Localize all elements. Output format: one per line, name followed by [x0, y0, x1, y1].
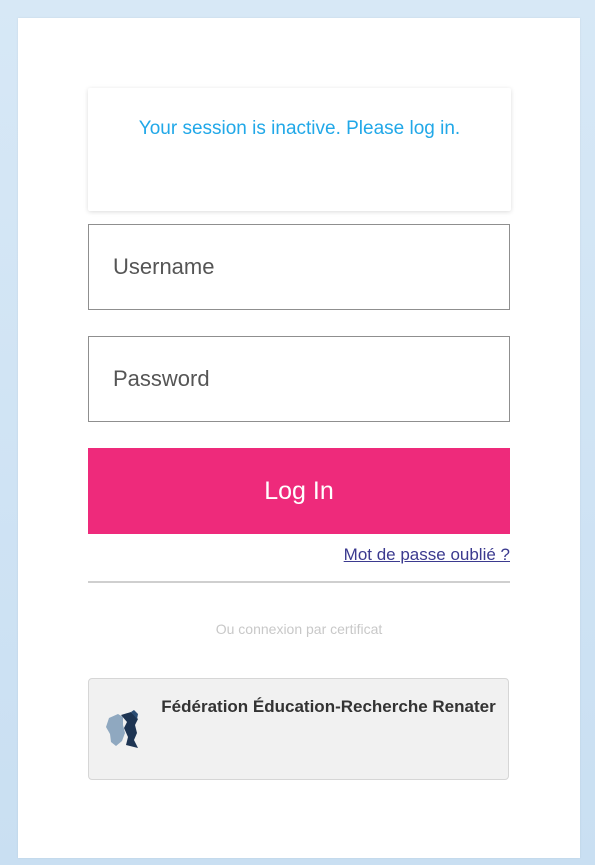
- username-input[interactable]: [89, 225, 509, 309]
- certificate-login-label: Ou connexion par certificat: [215, 621, 383, 637]
- divider: [88, 581, 510, 583]
- renater-login-label: Fédération Éducation-Recherche Renater: [161, 697, 496, 716]
- password-field[interactable]: [88, 336, 510, 422]
- france-map-icon: [104, 709, 142, 751]
- session-notice-text: Your session is inactive. Please log in.: [138, 118, 461, 139]
- login-button[interactable]: Log In: [88, 448, 510, 534]
- username-field[interactable]: [88, 224, 510, 310]
- password-input[interactable]: [89, 337, 509, 421]
- forgot-password-link[interactable]: Mot de passe oublié ?: [344, 545, 510, 565]
- renater-login-button[interactable]: Fédération Éducation-Recherche Renater: [88, 678, 509, 780]
- session-notice: Your session is inactive. Please log in.: [88, 88, 511, 211]
